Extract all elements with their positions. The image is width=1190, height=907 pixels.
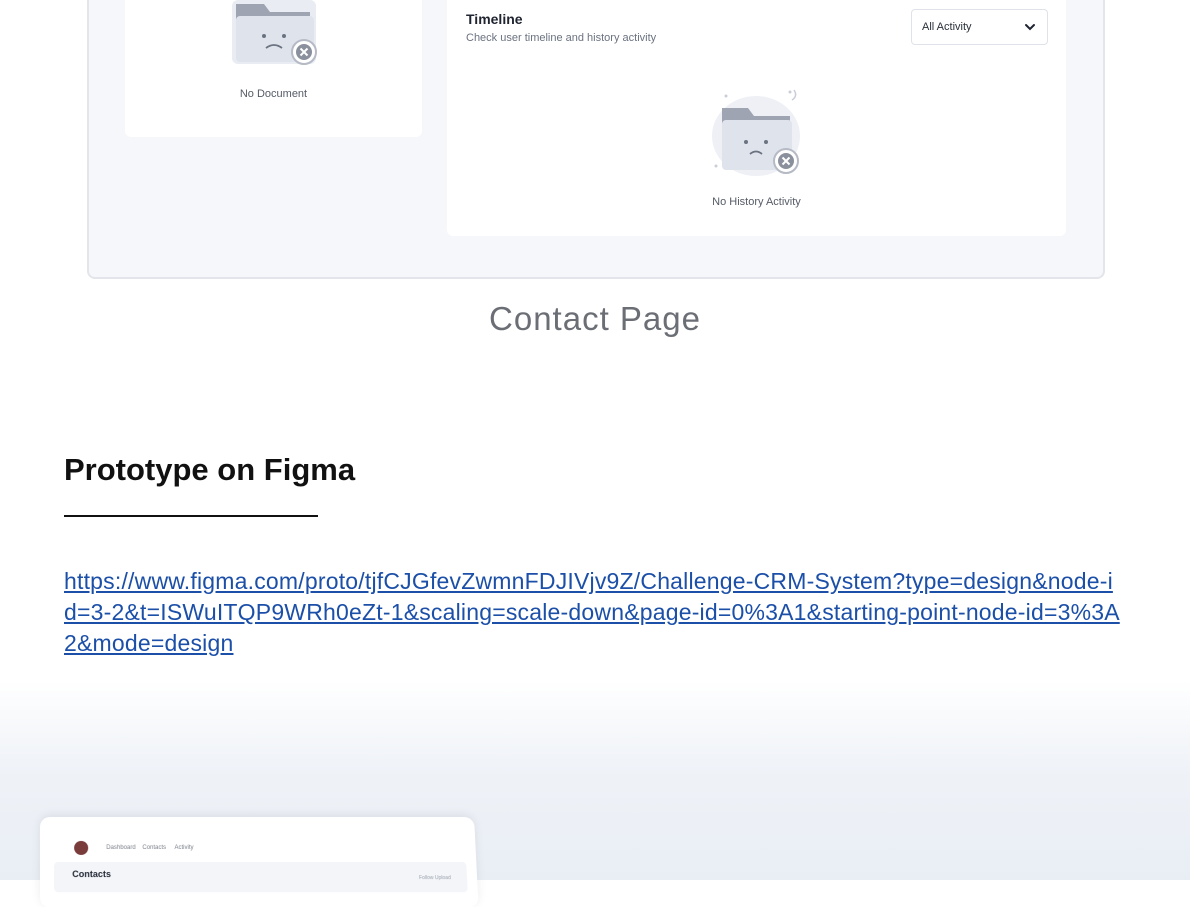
crm-mockup-preview: Dashboard Contacts Activity Contacts Fol… bbox=[40, 817, 479, 907]
no-document-label: No Document bbox=[239, 88, 308, 100]
activity-filter-value: All Activity bbox=[922, 21, 972, 33]
activity-filter-select[interactable]: All Activity bbox=[911, 9, 1048, 45]
mockup-nav-item: Contacts bbox=[142, 844, 167, 851]
avatar bbox=[74, 840, 89, 855]
chevron-down-icon bbox=[1025, 24, 1035, 31]
timeline-title: Timeline bbox=[466, 11, 523, 27]
prototype-heading: Prototype on Figma bbox=[64, 452, 356, 487]
mockup-nav-item: Dashboard bbox=[106, 844, 136, 851]
section-caption: Contact Page bbox=[489, 300, 701, 337]
empty-folder-icon bbox=[712, 89, 800, 176]
heading-underline bbox=[64, 515, 318, 517]
empty-folder-icon bbox=[232, 0, 317, 65]
mockup-header-band bbox=[54, 861, 468, 893]
mockup-nav-item: Activity bbox=[174, 844, 194, 851]
figma-prototype-link[interactable]: https://www.figma.com/proto/tjfCJGfevZwm… bbox=[64, 566, 1124, 659]
timeline-subtitle: Check user timeline and history activity bbox=[466, 32, 657, 44]
mockup-title: Contacts bbox=[72, 869, 112, 880]
mockup-right-label: Follow Upload bbox=[418, 875, 452, 882]
no-history-label: No History Activity bbox=[712, 196, 801, 208]
